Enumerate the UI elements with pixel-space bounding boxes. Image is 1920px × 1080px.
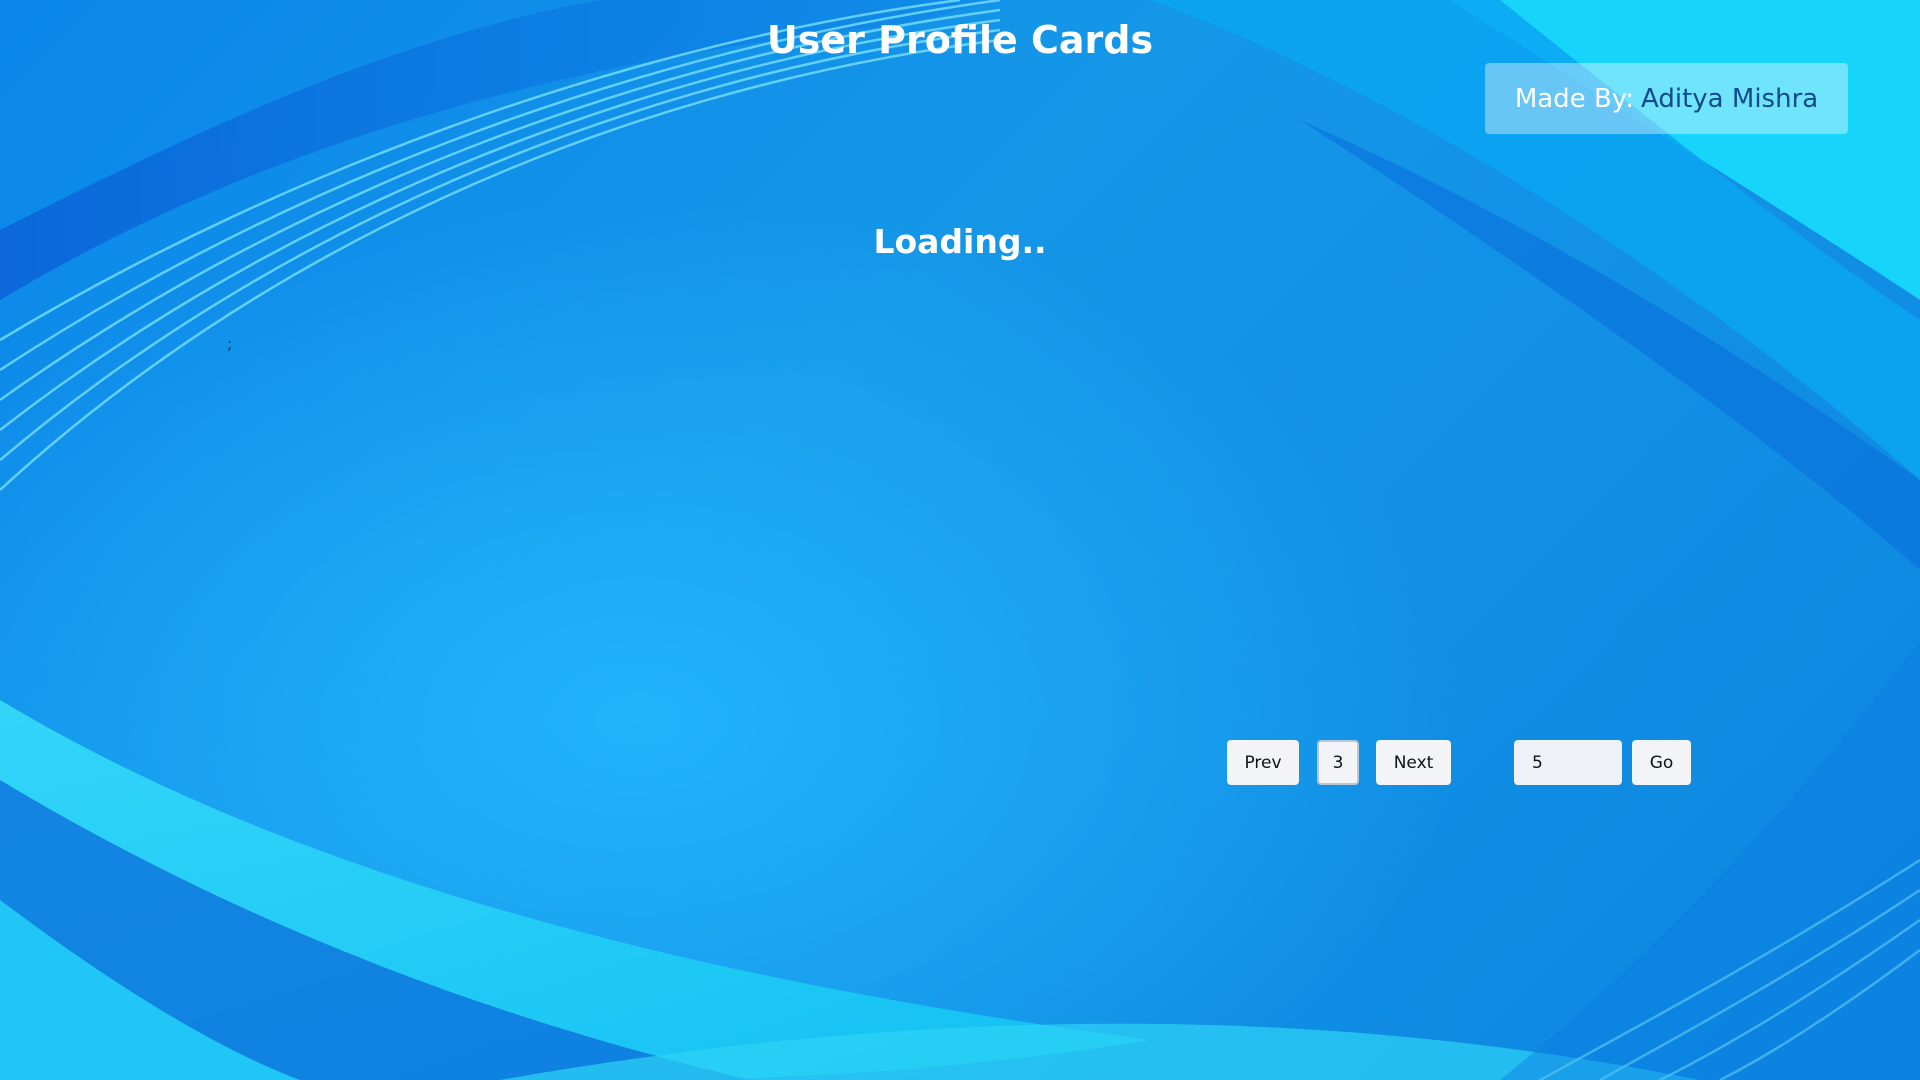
loading-indicator: Loading.. <box>873 222 1047 261</box>
stray-text: ; <box>227 334 233 353</box>
credit-label: Made By: <box>1514 83 1635 114</box>
prev-button[interactable]: Prev <box>1227 740 1299 785</box>
current-page-indicator[interactable]: 3 <box>1317 740 1359 785</box>
go-button[interactable]: Go <box>1632 740 1691 785</box>
credit-badge: Made By: Aditya Mishra <box>1485 63 1848 134</box>
background-waves <box>0 0 1920 1080</box>
next-button[interactable]: Next <box>1376 740 1451 785</box>
goto-page-input[interactable] <box>1514 740 1622 785</box>
page-title: User Profile Cards <box>766 18 1154 62</box>
author-name: Aditya Mishra <box>1641 83 1819 114</box>
